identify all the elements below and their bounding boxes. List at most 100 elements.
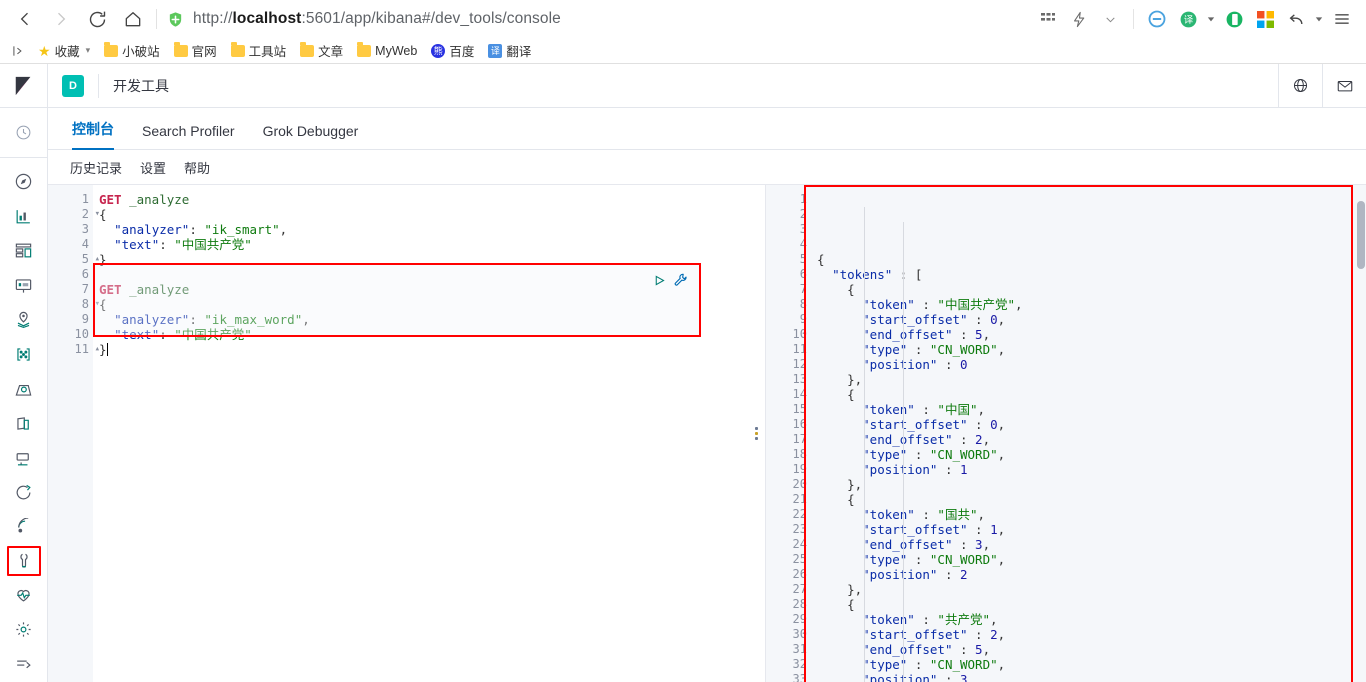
sidebar-collapse-button[interactable] (6, 647, 42, 680)
code-line: } (93, 342, 748, 357)
sidebar-item-recently-viewed[interactable] (6, 116, 42, 149)
menu-icon[interactable] (1328, 5, 1356, 33)
response-code[interactable]: { "tokens" : [ { "token" : "中国共产党", "sta… (811, 185, 1366, 682)
token-punct: , (997, 342, 1006, 357)
code-line: } (93, 252, 748, 267)
history-undo-icon[interactable] (1282, 5, 1310, 33)
bookmark-label-3: 工具站 (248, 45, 287, 59)
request-code[interactable]: GET _analyze{ "analyzer": "ik_smart", "t… (93, 185, 748, 682)
shield-security-icon (169, 11, 182, 27)
translate-extension-icon[interactable]: 译 (1174, 5, 1202, 33)
token-punct: , (977, 402, 986, 417)
kibana-logo[interactable] (0, 63, 48, 108)
bookmark-item-7[interactable]: 译 翻译 (482, 39, 537, 62)
sidebar-item-uptime[interactable] (6, 476, 42, 509)
extension-green-icon[interactable] (1220, 5, 1248, 33)
sidebar-item-discover[interactable] (6, 166, 42, 199)
space-badge[interactable]: D (62, 74, 84, 97)
sidebar-item-canvas[interactable] (6, 269, 42, 302)
back-button[interactable] (8, 3, 42, 35)
folder-icon (357, 42, 372, 57)
tab-console[interactable]: 控制台 (58, 119, 128, 150)
token-key: "type" (862, 552, 908, 567)
sidebar-item-logs[interactable] (6, 407, 42, 440)
mail-glyph (1337, 80, 1352, 91)
line-number: 14 (792, 387, 807, 401)
token-key: "type" (862, 657, 908, 672)
play-icon[interactable] (653, 274, 666, 292)
sidebar-item-dashboard[interactable] (6, 235, 42, 268)
token-punct: : (952, 642, 976, 657)
translate-icon: 译 (488, 43, 503, 58)
token-punct: : (937, 567, 960, 582)
chevron-down-icon[interactable] (1096, 5, 1124, 33)
sidebar-item-siem[interactable] (6, 511, 42, 544)
submenu-history[interactable]: 历史记录 (70, 158, 122, 177)
bookmark-item-4[interactable]: 文章 (294, 39, 349, 62)
token-key: "position" (862, 462, 938, 477)
submenu-help[interactable]: 帮助 (184, 158, 210, 177)
line-number: 17▾ (766, 432, 818, 447)
token-sp (817, 597, 847, 612)
bookmark-favorites[interactable]: ★ 收藏 ▾ (32, 39, 96, 62)
forward-button[interactable] (44, 3, 78, 35)
request-editor[interactable]: 1 2 ▾ 3 4 5 ▴ 6 7 8 ▾ 9 10 11 ▴ GET _analyze{ "analyze… (48, 185, 748, 682)
bookmark-item-1[interactable]: 小破站 (98, 39, 166, 62)
token-sp (817, 642, 862, 657)
apps-grid-icon[interactable] (1034, 5, 1062, 33)
address-bar[interactable]: http://localhost:5601/app/kibana#/dev_to… (167, 3, 1034, 35)
bookmark-item-5[interactable]: MyWeb (351, 42, 423, 60)
tab-search-profiler[interactable]: Search Profiler (128, 123, 249, 149)
history-caret-icon[interactable] (1313, 5, 1325, 33)
response-editor[interactable]: 1▾2▾3▾456789▴10▾111213141516▴17▾18192021… (766, 185, 1366, 682)
sidebar-item-apm[interactable] (6, 442, 42, 475)
overflow-chevron-glyph (13, 45, 22, 56)
reload-button[interactable] (80, 3, 114, 35)
wrench-icon[interactable] (674, 273, 688, 292)
baidu-icon: 熊 (431, 43, 446, 58)
tab-grok-debugger[interactable]: Grok Debugger (249, 123, 373, 149)
sidebar-item-monitoring[interactable] (6, 578, 42, 611)
token-sp (817, 657, 862, 672)
token-punct: : (952, 327, 976, 342)
reload-icon (89, 11, 105, 27)
globe-icon[interactable] (1278, 63, 1322, 108)
sidebar-item-visualize[interactable] (6, 200, 42, 233)
translate-caret-icon[interactable] (1205, 5, 1217, 33)
bookmark-item-3[interactable]: 工具站 (225, 39, 293, 62)
token-sp (817, 357, 862, 372)
token-punct: , (1014, 297, 1023, 312)
code-line: { (93, 297, 748, 312)
sidebar-item-maps[interactable] (6, 304, 42, 337)
home-button[interactable] (116, 3, 150, 35)
pane-splitter[interactable] (748, 185, 766, 682)
line-number: 13 (792, 372, 807, 386)
token-brace: { (847, 492, 855, 507)
color-squares-extension-icon[interactable] (1251, 5, 1279, 33)
bookmark-item-6[interactable]: 熊 百度 (425, 39, 480, 62)
forward-arrow-icon (58, 12, 66, 26)
sidebar-item-machine-learning[interactable] (6, 338, 42, 371)
code-line: "start_offset" : 1, (811, 522, 1366, 537)
lightning-icon[interactable] (1065, 5, 1093, 33)
response-scrollbar[interactable] (1357, 201, 1365, 269)
bookmark-item-2[interactable]: 官网 (168, 39, 223, 62)
sidebar-item-infrastructure[interactable] (6, 373, 42, 406)
mail-icon[interactable] (1322, 63, 1366, 108)
code-line: "end_offset" : 2, (811, 432, 1366, 447)
token-method: GET (99, 282, 122, 297)
token-sp (817, 372, 847, 387)
code-line: { (811, 597, 1366, 612)
code-line: GET _analyze (93, 192, 748, 207)
token-key: "analyzer" (114, 312, 190, 327)
adblock-icon[interactable] (1143, 5, 1171, 33)
token-num: 2 (990, 627, 998, 642)
submenu-settings[interactable]: 设置 (140, 158, 166, 177)
sidebar-item-dev-tools[interactable] (6, 545, 41, 577)
code-line: { (93, 207, 748, 222)
sidebar-item-management[interactable] (6, 613, 42, 646)
code-line: "type" : "CN_WORD", (811, 342, 1366, 357)
token-punct: : (967, 417, 991, 432)
bookmarks-overflow-icon[interactable] (6, 40, 30, 62)
